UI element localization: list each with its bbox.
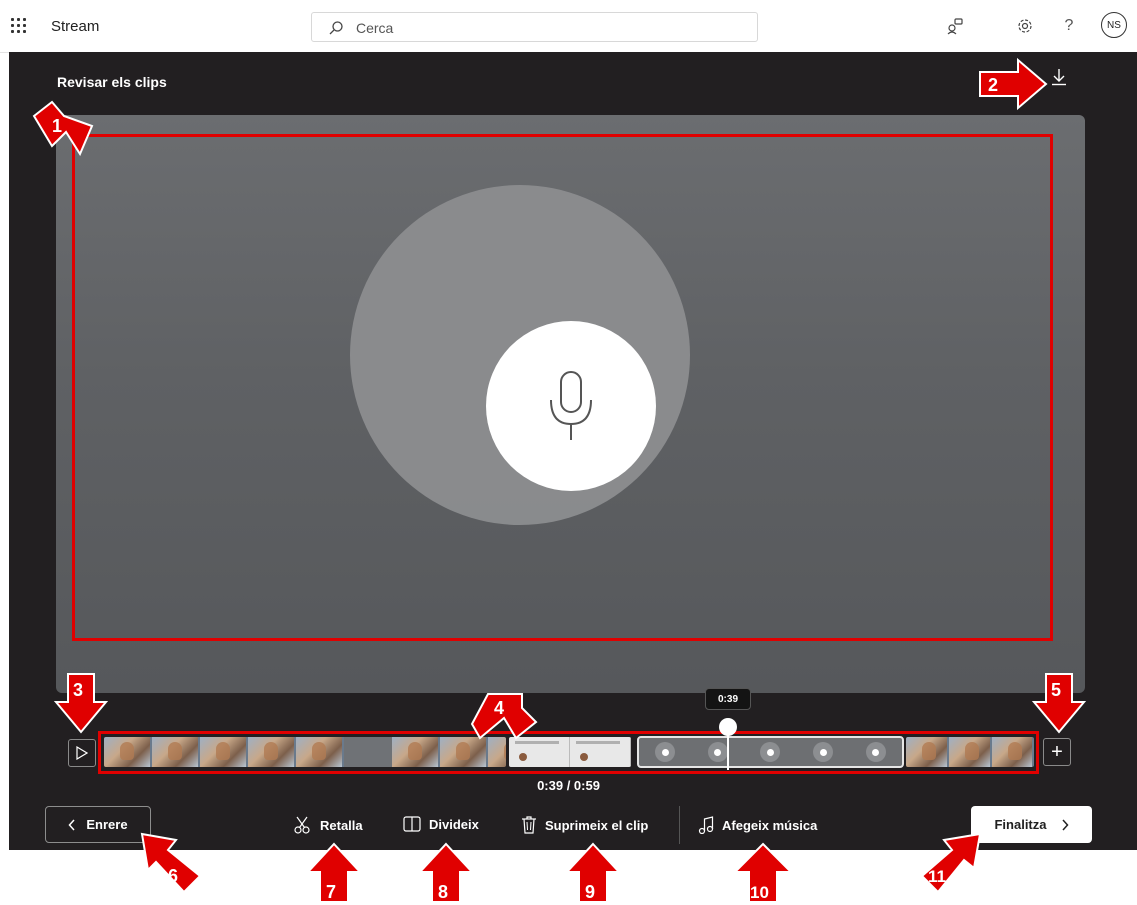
delete-clip-button-label: Suprimeix el clip: [545, 817, 649, 833]
callout-10: 10: [732, 842, 794, 904]
split-button-label: Divideix: [429, 816, 479, 832]
search-icon: [329, 21, 343, 35]
plus-icon: +: [1051, 740, 1063, 763]
callout-8: 8: [417, 842, 475, 904]
trim-button[interactable]: Retalla: [294, 816, 363, 834]
add-clip-button[interactable]: +: [1043, 738, 1071, 766]
callout-number: 10: [750, 883, 769, 902]
callout-number: 1: [52, 116, 62, 136]
callout-5: 5: [1031, 672, 1087, 734]
top-bar: Stream Cerca ? NS: [0, 0, 1137, 53]
play-button[interactable]: [68, 739, 96, 767]
search-placeholder: Cerca: [356, 20, 394, 36]
add-music-button-label: Afegeix música: [722, 817, 818, 833]
callout-number: 6: [168, 866, 178, 886]
search-input[interactable]: Cerca: [311, 12, 758, 42]
callout-7: 7: [305, 842, 363, 904]
delete-clip-button[interactable]: Suprimeix el clip: [521, 816, 648, 834]
app-name[interactable]: Stream: [51, 18, 99, 35]
callout-number: 11: [928, 867, 946, 886]
playhead-time-tooltip: 0:39: [705, 688, 751, 710]
help-icon[interactable]: ?: [1057, 14, 1081, 38]
callout-11: 11: [918, 832, 984, 894]
share-people-icon[interactable]: [943, 14, 967, 38]
back-button[interactable]: Enrere: [45, 806, 151, 843]
back-button-label: Enrere: [86, 817, 128, 832]
annotation-frame-timeline: [98, 731, 1039, 774]
annotation-frame-preview: [72, 134, 1053, 641]
callout-9: 9: [564, 842, 622, 904]
music-note-icon: [698, 816, 714, 834]
callout-1: 1: [30, 100, 96, 158]
callout-number: 5: [1051, 680, 1061, 700]
page-title: Revisar els clips: [57, 74, 167, 90]
chevron-left-icon: [68, 818, 75, 831]
callout-number: 3: [73, 680, 83, 700]
add-music-button[interactable]: Afegeix música: [698, 816, 817, 834]
callout-4: 4: [470, 690, 540, 742]
callout-number: 9: [585, 882, 595, 902]
chevron-right-icon: [1061, 818, 1069, 831]
toolbar-divider: [679, 806, 680, 844]
download-icon[interactable]: [1051, 68, 1067, 91]
callout-2: 2: [978, 57, 1050, 111]
app-launcher-icon[interactable]: [11, 18, 27, 34]
finish-button-label: Finalitza: [994, 817, 1047, 832]
split-button[interactable]: Divideix: [403, 816, 479, 832]
scissors-icon: [294, 816, 310, 834]
playhead-line[interactable]: [727, 730, 729, 770]
split-icon: [403, 816, 421, 832]
trim-button-label: Retalla: [320, 817, 363, 833]
avatar[interactable]: NS: [1101, 12, 1127, 38]
callout-6: 6: [140, 832, 204, 894]
callout-3: 3: [53, 672, 109, 734]
finish-button[interactable]: Finalitza: [971, 806, 1092, 843]
time-display: 0:39 / 0:59: [537, 778, 600, 793]
settings-gear-icon[interactable]: [1013, 14, 1037, 38]
callout-number: 4: [494, 698, 504, 718]
callout-number: 8: [438, 882, 448, 902]
callout-number: 2: [988, 75, 998, 95]
trash-icon: [522, 816, 536, 834]
play-icon: [76, 746, 88, 760]
callout-number: 7: [326, 882, 336, 902]
